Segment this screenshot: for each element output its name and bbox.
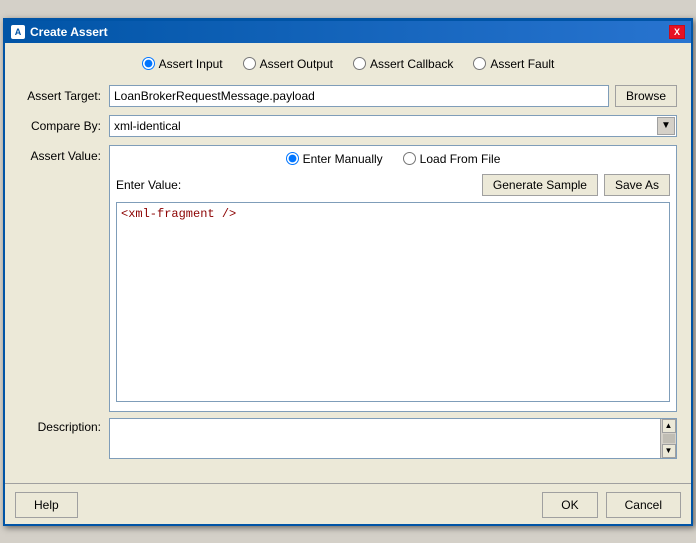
window-icon: A — [11, 25, 25, 39]
cancel-button[interactable]: Cancel — [606, 492, 681, 518]
scroll-up-arrow[interactable]: ▲ — [662, 419, 676, 433]
assert-target-input[interactable] — [109, 85, 609, 107]
assert-target-row: Assert Target: Browse — [19, 85, 677, 107]
title-bar: A Create Assert X — [5, 21, 691, 43]
radio-load-from-file[interactable]: Load From File — [403, 152, 501, 166]
enter-method-row: Enter Manually Load From File — [116, 152, 670, 166]
description-scrollbar[interactable]: ▲ ▼ — [660, 419, 676, 458]
assert-value-label: Assert Value: — [19, 145, 109, 163]
radio-assert-output[interactable]: Assert Output — [243, 57, 333, 71]
enter-value-row: Enter Value: Generate Sample Save As — [116, 174, 670, 196]
help-button[interactable]: Help — [15, 492, 78, 518]
generate-sample-button[interactable]: Generate Sample — [482, 174, 598, 196]
radio-assert-input[interactable]: Assert Input — [142, 57, 223, 71]
assert-target-label: Assert Target: — [19, 89, 109, 103]
enter-value-label: Enter Value: — [116, 178, 181, 192]
compare-by-row: Compare By: xml-identical xml-equivalent… — [19, 115, 677, 137]
assert-value-row: Assert Value: Enter Manually Load From F… — [19, 145, 677, 412]
description-label: Description: — [19, 418, 109, 434]
radio-assert-callback[interactable]: Assert Callback — [353, 57, 453, 71]
save-as-button[interactable]: Save As — [604, 174, 670, 196]
browse-button[interactable]: Browse — [615, 85, 677, 107]
assert-value-box: Enter Manually Load From File Enter Valu… — [109, 145, 677, 412]
radio-enter-manually[interactable]: Enter Manually — [286, 152, 383, 166]
assert-type-row: Assert Input Assert Output Assert Callba… — [19, 53, 677, 75]
description-input[interactable] — [110, 419, 658, 455]
main-window: A Create Assert X Assert Input Assert Ou… — [3, 18, 693, 526]
footer: Help OK Cancel — [5, 483, 691, 524]
scroll-down-arrow[interactable]: ▼ — [662, 444, 676, 458]
close-button[interactable]: X — [669, 25, 685, 39]
xml-value-textarea[interactable] — [116, 202, 670, 402]
scroll-thumb — [663, 434, 675, 443]
dialog-content: Assert Input Assert Output Assert Callba… — [5, 43, 691, 479]
compare-by-select[interactable]: xml-identical xml-equivalent string-equa… — [109, 115, 677, 137]
compare-by-label: Compare By: — [19, 119, 109, 133]
description-row: Description: ▲ ▼ — [19, 418, 677, 459]
window-title: Create Assert — [30, 25, 108, 39]
ok-button[interactable]: OK — [542, 492, 597, 518]
radio-assert-fault[interactable]: Assert Fault — [473, 57, 554, 71]
